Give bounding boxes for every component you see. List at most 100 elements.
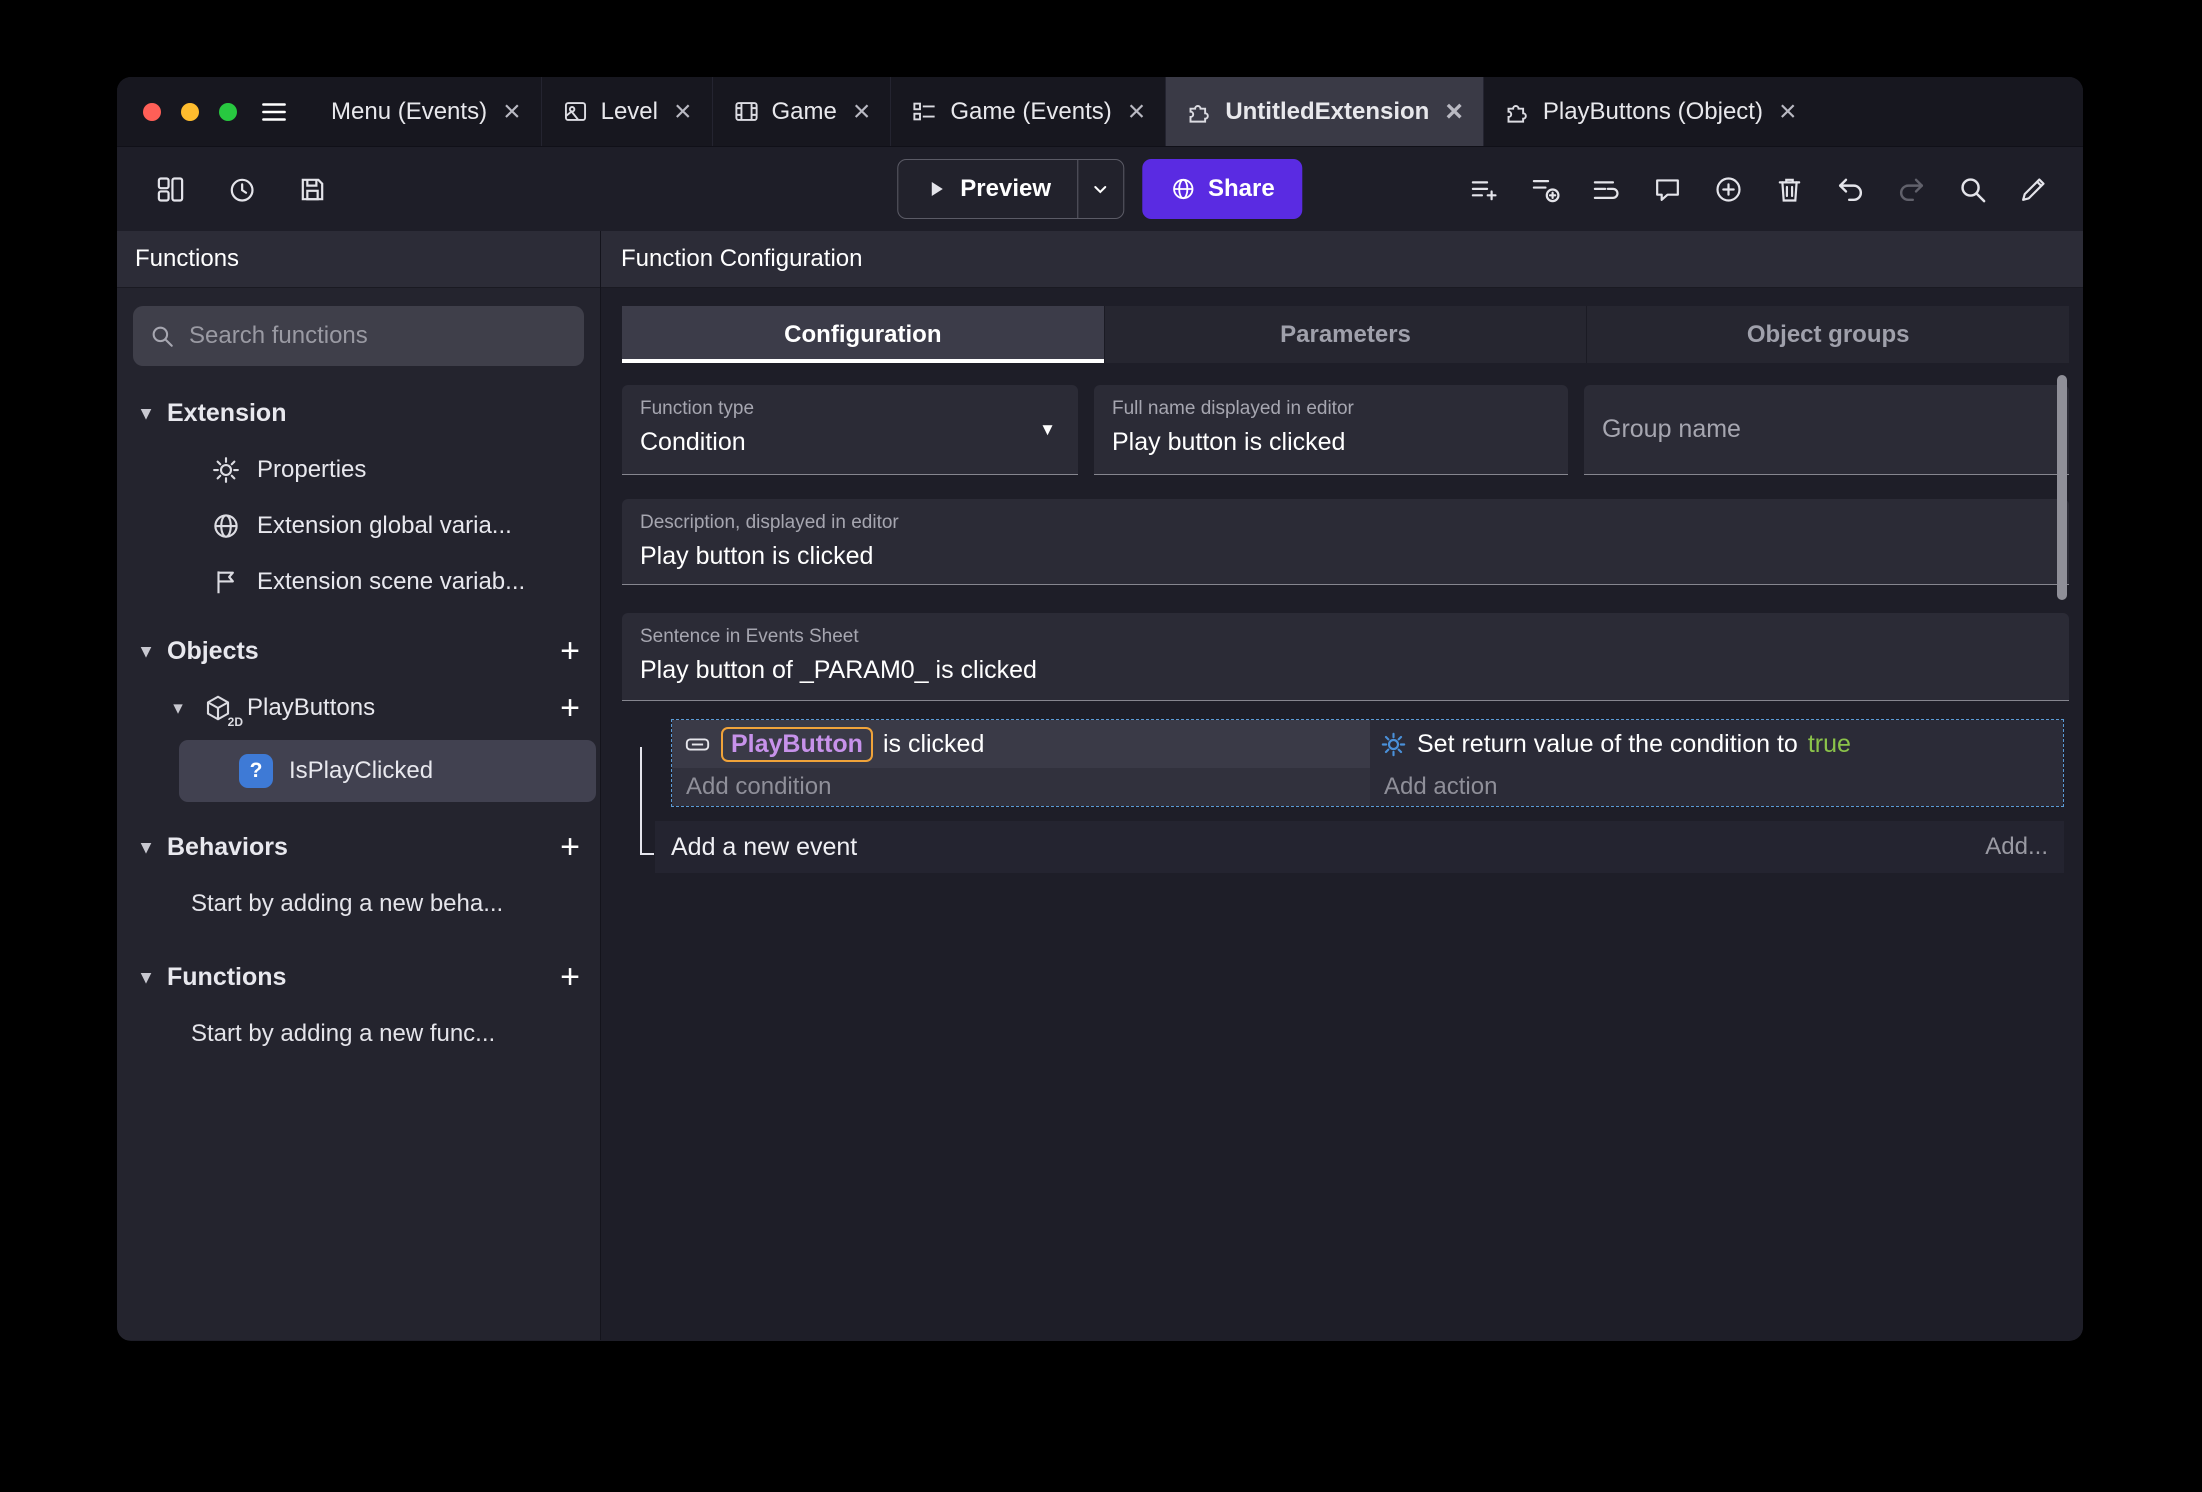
section-label: Objects — [167, 636, 259, 665]
add-new-event-row[interactable]: Add a new event Add... — [655, 821, 2064, 873]
chevron-down-icon[interactable]: ▾ — [135, 402, 157, 425]
action-text: Set return value of the condition to — [1417, 729, 1798, 758]
preview-split-button: Preview — [897, 159, 1125, 219]
sentence-input[interactable]: Sentence in Events Sheet Play button of … — [622, 613, 2069, 701]
add-subevent-icon[interactable] — [1530, 174, 1561, 205]
search-icon[interactable] — [1957, 174, 1988, 205]
delete-icon[interactable] — [1774, 174, 1805, 205]
tab-parameters[interactable]: Parameters — [1104, 306, 1588, 363]
tree-item-label: Extension scene variab... — [257, 568, 526, 595]
add-function-button[interactable]: + — [560, 960, 580, 994]
section-extension[interactable]: ▾ Extension — [117, 384, 600, 442]
search-functions-input[interactable] — [189, 322, 568, 350]
puzzle-icon — [1186, 98, 1213, 125]
function-configuration-panel: Function Configuration Configuration Par… — [601, 231, 2083, 1340]
question-glyph: ? — [249, 759, 263, 782]
behaviors-empty-hint[interactable]: Start by adding a new beha... — [117, 876, 600, 932]
tab-level[interactable]: Level × — [540, 77, 712, 146]
add-action-button[interactable]: Add action — [1370, 768, 2063, 806]
conditions-column: PlayButton is clicked Add condition — [672, 720, 1370, 806]
button-object-icon — [684, 731, 711, 758]
add-condition-button[interactable]: Add condition — [672, 768, 1370, 806]
full-name-input[interactable]: Full name displayed in editor Play butto… — [1094, 385, 1568, 475]
share-button[interactable]: Share — [1142, 159, 1303, 219]
tab-label: Parameters — [1280, 320, 1411, 348]
tab-label: PlayButtons (Object) — [1542, 97, 1763, 125]
add-behavior-button[interactable]: + — [560, 830, 580, 864]
close-tab-icon[interactable]: × — [853, 96, 871, 127]
add-function-to-object-button[interactable]: + — [560, 691, 580, 725]
project-manager-icon[interactable] — [155, 174, 186, 205]
scrollbar-thumb[interactable] — [2057, 375, 2067, 600]
chevron-down-icon[interactable]: ▾ — [135, 640, 157, 663]
events-sheet: PlayButton is clicked Add condition Set … — [601, 719, 2064, 873]
functions-empty-hint[interactable]: Start by adding a new func... — [117, 1006, 600, 1062]
history-icon[interactable] — [226, 174, 257, 205]
chevron-down-icon[interactable]: ▾ — [135, 966, 157, 989]
dropdown-arrow-icon[interactable]: ▼ — [1039, 420, 1056, 440]
condition-item[interactable]: PlayButton is clicked — [672, 720, 1370, 768]
tree-item-playbuttons[interactable]: ▾ 2D PlayButtons + — [117, 680, 600, 736]
zoom-window-button[interactable] — [219, 102, 237, 121]
close-tab-icon[interactable]: × — [1779, 96, 1797, 127]
edit-icon[interactable] — [2018, 174, 2049, 205]
chevron-down-icon[interactable]: ▾ — [167, 697, 189, 720]
section-behaviors[interactable]: ▾ Behaviors + — [117, 818, 600, 876]
comment-icon[interactable] — [1652, 174, 1683, 205]
tree-item-extension-scene-variables[interactable]: Extension scene variab... — [117, 554, 600, 610]
close-tab-icon[interactable]: × — [503, 96, 521, 127]
toolbar: Preview Share — [117, 147, 2083, 231]
tree-item-properties[interactable]: Properties — [117, 442, 600, 498]
scene-icon — [562, 98, 589, 125]
tree-item-extension-global-variables[interactable]: Extension global varia... — [117, 498, 600, 554]
tab-game[interactable]: Game × — [711, 77, 891, 146]
configuration-form: Function type Condition ▼ Full name disp… — [622, 385, 2069, 701]
tab-game-events[interactable]: Game (Events) × — [890, 77, 1165, 146]
add-circle-icon[interactable] — [1713, 174, 1744, 205]
add-object-button[interactable]: + — [560, 634, 580, 668]
tab-object-groups[interactable]: Object groups — [1587, 306, 2070, 363]
description-input[interactable]: Description, displayed in editor Play bu… — [622, 499, 2069, 585]
preview-options-button[interactable] — [1077, 160, 1123, 218]
play-icon — [924, 177, 948, 201]
section-objects[interactable]: ▾ Objects + — [117, 622, 600, 680]
editor-tabs: Menu (Events) × Level × Game × Game (Eve… — [311, 77, 2083, 146]
object-parameter-chip[interactable]: PlayButton — [721, 726, 873, 762]
main-menu-icon[interactable] — [259, 77, 289, 146]
add-new-event-label: Add a new event — [671, 832, 858, 861]
close-tab-icon[interactable]: × — [1445, 96, 1463, 127]
close-tab-icon[interactable]: × — [674, 96, 692, 127]
group-name-input[interactable]: Group name — [1584, 385, 2069, 475]
function-type-select[interactable]: Function type Condition ▼ — [622, 385, 1078, 475]
search-functions-box[interactable] — [133, 306, 584, 366]
tab-menu-events[interactable]: Menu (Events) × — [311, 77, 541, 146]
section-functions[interactable]: ▾ Functions + — [117, 948, 600, 1006]
event-row[interactable]: PlayButton is clicked Add condition Set … — [671, 719, 2064, 807]
sidebar-title: Functions — [135, 245, 240, 272]
tab-configuration[interactable]: Configuration — [622, 306, 1105, 363]
action-value[interactable]: true — [1808, 730, 1851, 759]
add-event-icon[interactable] — [1469, 174, 1500, 205]
save-icon[interactable] — [297, 174, 328, 205]
add-event-button[interactable]: Add... — [1985, 833, 2048, 861]
close-tab-icon[interactable]: × — [1128, 96, 1146, 127]
preview-button[interactable]: Preview — [898, 160, 1077, 218]
tree-item-isplayclicked[interactable]: ? IsPlayClicked — [179, 740, 596, 802]
tab-playbuttons-object[interactable]: PlayButtons (Object) × — [1482, 77, 1817, 146]
tab-label: Game — [771, 97, 837, 125]
close-window-button[interactable] — [143, 102, 161, 121]
flag-icon — [211, 567, 241, 597]
tab-untitled-extension[interactable]: UntitledExtension × — [1165, 77, 1483, 146]
functions-sidebar: Functions ▾ Extension Properties — [117, 231, 601, 1340]
redo-icon[interactable] — [1896, 174, 1927, 205]
cube-2d-icon: 2D — [203, 693, 243, 729]
search-icon — [149, 323, 175, 349]
field-label: Function type — [640, 398, 755, 419]
chevron-down-icon[interactable]: ▾ — [135, 836, 157, 859]
minimize-window-button[interactable] — [181, 102, 199, 121]
action-item[interactable]: Set return value of the condition to tru… — [1370, 720, 2063, 768]
tab-label: Game (Events) — [950, 97, 1112, 125]
sort-events-icon[interactable] — [1591, 174, 1622, 205]
undo-icon[interactable] — [1835, 174, 1866, 205]
share-label: Share — [1208, 175, 1275, 202]
